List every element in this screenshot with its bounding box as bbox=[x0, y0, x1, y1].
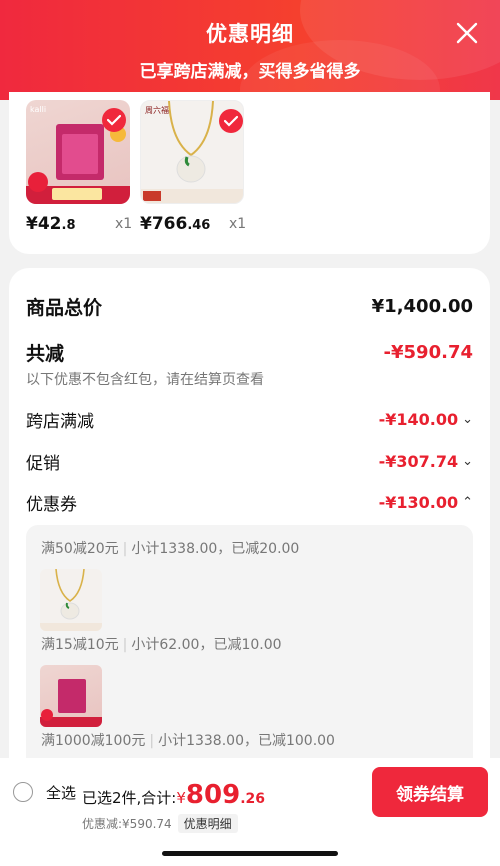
product-image-necklace[interactable]: 周六福 bbox=[140, 100, 244, 204]
coupon-rule: 满50减20元 bbox=[41, 541, 119, 557]
product-price: ¥42.8 bbox=[26, 214, 76, 234]
select-all-label[interactable]: 全选 bbox=[46, 782, 76, 803]
header: 优惠明细 已享跨店满减，买得多省得多 bbox=[0, 0, 500, 100]
saved-value: -¥590.74 bbox=[383, 342, 473, 363]
discount-note: 以下优惠不包含红包，请在结算页查看 bbox=[26, 372, 264, 388]
discount-label: 促销 bbox=[26, 454, 60, 474]
page-title: 优惠明细 bbox=[206, 22, 294, 46]
coupon-rule-row: 满50减20元 | 小计1338.00，已减20.00 bbox=[41, 541, 300, 557]
product-quantity: x1 bbox=[229, 216, 247, 232]
total-row: 商品总价 ¥1,400.00 bbox=[26, 293, 473, 320]
discount-row-coupon[interactable]: 优惠券 -¥130.00 ⌃ bbox=[26, 490, 473, 515]
coupon-product-thumbnail bbox=[40, 569, 102, 631]
total-currency: ¥ bbox=[176, 789, 186, 807]
coupon-detail: 小计62.00，已减10.00 bbox=[131, 637, 282, 653]
discount-summary-card: 商品总价 ¥1,400.00 共减 -¥590.74 以下优惠不包含红包，请在结… bbox=[9, 268, 490, 788]
discount-row-cross-store[interactable]: 跨店满减 -¥140.00 ⌄ bbox=[26, 407, 473, 432]
total-amount-int: 809 bbox=[185, 780, 241, 810]
checkout-bar: 全选 已选2件,合计: ¥ 809 .26 优惠减:¥590.74 优惠明细 领… bbox=[0, 758, 500, 866]
discount-detail-button[interactable]: 优惠明细 bbox=[177, 814, 238, 833]
total-label: 商品总价 bbox=[26, 297, 103, 319]
home-indicator bbox=[162, 851, 338, 856]
product-image-kalli[interactable]: kalli bbox=[26, 100, 130, 204]
brand-logo-text: kalli bbox=[30, 105, 46, 114]
discount-row-promotion[interactable]: 促销 -¥307.74 ⌄ bbox=[26, 449, 473, 474]
coupon-rule-row: 满1000减100元 | 小计1338.00，已减100.00 bbox=[41, 733, 335, 749]
discount-value: -¥130.00 bbox=[378, 493, 459, 512]
close-icon[interactable] bbox=[454, 20, 480, 46]
discount-value: -¥307.74 bbox=[378, 452, 459, 471]
coupon-rule: 满15减10元 bbox=[41, 637, 119, 653]
select-all-radio[interactable] bbox=[13, 782, 33, 802]
coupon-rule-row: 满15减10元 | 小计62.00，已减10.00 bbox=[41, 637, 282, 653]
discount-label: 优惠券 bbox=[26, 495, 77, 515]
coupon-detail: 小计1338.00，已减100.00 bbox=[158, 733, 335, 749]
coupon-detail-panel: 满50减20元 | 小计1338.00，已减20.00 满15减10元 | 小计62.0… bbox=[26, 525, 473, 788]
discount-value: -¥140.00 bbox=[378, 410, 459, 429]
checked-icon[interactable] bbox=[219, 109, 243, 133]
chevron-down-icon[interactable]: ⌄ bbox=[462, 412, 473, 427]
product-price: ¥766.46 bbox=[140, 214, 211, 234]
discount-label: 跨店满减 bbox=[26, 412, 94, 432]
page-subtitle: 已享跨店满减，买得多省得多 bbox=[139, 62, 361, 82]
checked-icon[interactable] bbox=[102, 108, 126, 132]
selected-count-text: 已选2件,合计: bbox=[82, 789, 177, 807]
brand-logo-text: 周六福 bbox=[145, 105, 169, 115]
saved-row: 共减 -¥590.74 bbox=[26, 339, 473, 366]
chevron-up-icon[interactable]: ⌃ bbox=[462, 495, 473, 510]
product-quantity: x1 bbox=[115, 216, 133, 232]
products-card: kalli 周六福 ¥42.8 x1 ¥766.46 x1 bbox=[9, 92, 490, 254]
discount-line: 优惠减:¥590.74 优惠明细 bbox=[82, 814, 238, 833]
discount-amount: 优惠减:¥590.74 bbox=[82, 817, 172, 831]
saved-label: 共减 bbox=[26, 343, 65, 365]
coupon-product-thumbnail bbox=[40, 665, 102, 727]
total-value: ¥1,400.00 bbox=[371, 296, 473, 317]
selected-summary: 已选2件,合计: ¥ 809 .26 bbox=[82, 780, 265, 810]
coupon-detail: 小计1338.00，已减20.00 bbox=[131, 541, 300, 557]
chevron-down-icon[interactable]: ⌄ bbox=[462, 454, 473, 469]
total-amount-dec: .26 bbox=[240, 791, 266, 807]
coupon-rule: 满1000减100元 bbox=[41, 733, 146, 749]
checkout-button[interactable]: 领券结算 bbox=[372, 767, 488, 817]
